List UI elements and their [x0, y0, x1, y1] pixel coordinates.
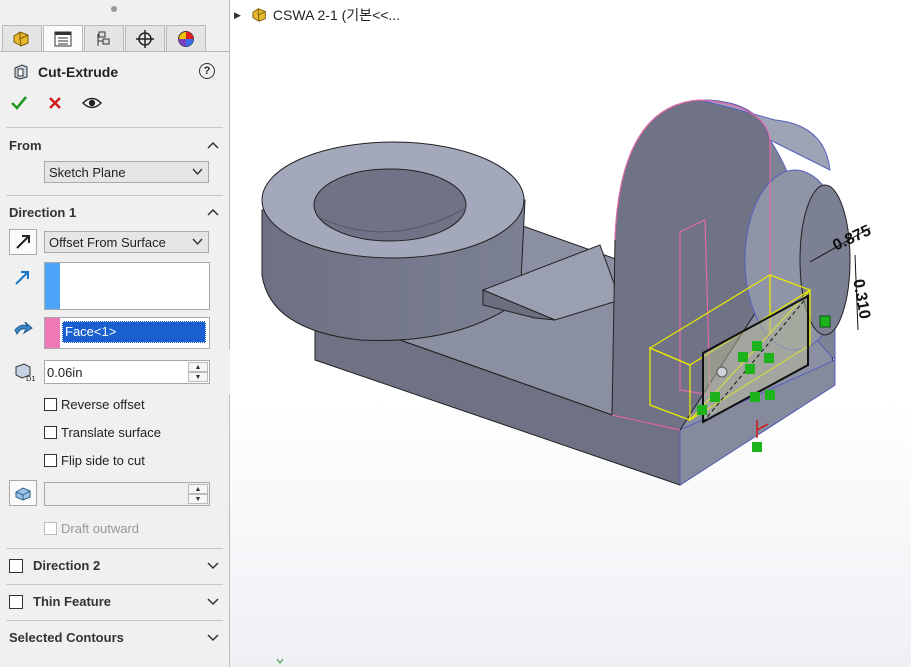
- property-manager-icon: [54, 31, 72, 46]
- direction2-section[interactable]: Direction 2: [9, 558, 100, 573]
- from-select-value: Sketch Plane: [49, 164, 126, 180]
- selection-color-bar: [45, 318, 60, 348]
- draft-outward-checkbox[interactable]: Draft outward: [44, 521, 139, 536]
- face-selection-box[interactable]: Face<1>: [44, 317, 210, 349]
- reverse-offset-checkbox[interactable]: Reverse offset: [44, 397, 145, 412]
- draft-spinner: ▲ ▼: [188, 484, 208, 504]
- chevron-down-icon[interactable]: [207, 562, 219, 570]
- checkbox-box[interactable]: [9, 594, 23, 609]
- chevron-down-icon: [192, 168, 203, 176]
- from-section-title: From: [9, 138, 42, 153]
- svg-text:D1: D1: [26, 375, 35, 382]
- face-list-item-label: Face<1>: [65, 324, 117, 339]
- crosshair-icon: [136, 29, 154, 48]
- tab-dimxpert-manager[interactable]: [125, 25, 165, 51]
- direction2-label: Direction 2: [33, 558, 101, 573]
- ok-button[interactable]: [10, 94, 28, 115]
- divider: [6, 548, 223, 549]
- checkbox-box[interactable]: [44, 454, 57, 467]
- checkmark-icon: [11, 96, 28, 110]
- chevron-up-icon[interactable]: [207, 141, 219, 149]
- face-surface-icon: [14, 321, 33, 336]
- spinner-up-button[interactable]: ▲: [188, 362, 208, 372]
- offset-distance-value: 0.06in: [47, 364, 83, 380]
- translate-surface-checkbox[interactable]: Translate surface: [44, 425, 161, 440]
- offset-distance-input[interactable]: 0.06in ▲ ▼: [44, 360, 210, 384]
- tab-property-manager[interactable]: [43, 25, 83, 51]
- divider: [6, 620, 223, 621]
- face-list-item[interactable]: Face<1>: [62, 321, 206, 343]
- thin-feature-label: Thin Feature: [33, 594, 112, 609]
- checkbox-box[interactable]: [44, 522, 57, 535]
- chevron-down-icon[interactable]: [207, 598, 219, 606]
- selected-contours-title[interactable]: Selected Contours: [9, 630, 124, 645]
- reverse-direction-icon: [16, 235, 30, 249]
- end-condition-select[interactable]: Offset From Surface: [44, 231, 209, 253]
- boss-cylinder: [261, 141, 526, 341]
- chevron-up-icon[interactable]: [207, 208, 219, 216]
- spinner-up-button[interactable]: ▲: [188, 484, 208, 494]
- spinner-down-button[interactable]: ▼: [188, 372, 208, 382]
- cancel-button[interactable]: [46, 94, 64, 115]
- offset-spinner: ▲ ▼: [188, 362, 208, 382]
- reverse-offset-label: Reverse offset: [61, 397, 145, 412]
- cut-extrude-icon: [14, 64, 28, 80]
- flip-side-label: Flip side to cut: [61, 453, 145, 468]
- direction-arrow-icon: [15, 271, 29, 285]
- feature-manager-icon: [13, 30, 29, 47]
- draft-button[interactable]: [9, 480, 37, 506]
- divider: [6, 195, 223, 196]
- spinner-down-button[interactable]: ▼: [188, 494, 208, 504]
- chevron-down-icon[interactable]: [207, 634, 219, 642]
- configuration-manager-icon: [97, 31, 110, 46]
- checkbox-box[interactable]: [9, 558, 23, 573]
- checkbox-box[interactable]: [44, 426, 57, 439]
- eye-icon: [81, 97, 103, 109]
- tab-configuration-manager[interactable]: [84, 25, 124, 51]
- feature-title-row: Cut-Extrude ?: [12, 60, 217, 84]
- help-icon[interactable]: ?: [199, 63, 215, 79]
- action-buttons: [10, 94, 103, 115]
- draft-icon: [15, 487, 31, 501]
- draft-angle-input[interactable]: ▲ ▼: [44, 482, 210, 506]
- flip-side-checkbox[interactable]: Flip side to cut: [44, 453, 145, 468]
- triad-marker-icon: [276, 658, 284, 664]
- from-select[interactable]: Sketch Plane: [44, 161, 209, 183]
- manager-tabs: [2, 25, 207, 51]
- selection-color-bar: [45, 263, 60, 309]
- panel-grip[interactable]: [111, 6, 117, 12]
- end-condition-value: Offset From Surface: [49, 234, 166, 250]
- page-title: Cut-Extrude: [38, 64, 119, 80]
- tab-divider: [0, 51, 229, 52]
- close-icon: [49, 97, 61, 109]
- chevron-down-icon: [192, 238, 203, 246]
- divider: [6, 584, 223, 585]
- reverse-direction-button[interactable]: [9, 229, 37, 255]
- direction-selection-box[interactable]: [44, 262, 210, 310]
- checkbox-box[interactable]: [44, 398, 57, 411]
- display-manager-icon: [178, 30, 194, 47]
- height-dimension-label[interactable]: 0.310: [849, 278, 873, 320]
- tab-feature-manager[interactable]: [2, 25, 42, 51]
- offset-distance-icon: D1: [15, 363, 35, 382]
- property-manager-panel: Cut-Extrude ? From Sketch Plane Directio…: [0, 0, 230, 667]
- direction1-section-title: Direction 1: [9, 205, 77, 220]
- thin-feature-section[interactable]: Thin Feature: [9, 594, 111, 609]
- model-view[interactable]: 0.875 0.310: [230, 0, 911, 667]
- divider: [6, 127, 223, 128]
- tab-display-manager[interactable]: [166, 25, 206, 51]
- translate-surface-label: Translate surface: [61, 425, 161, 440]
- preview-button[interactable]: [81, 94, 103, 115]
- draft-outward-label: Draft outward: [61, 521, 140, 536]
